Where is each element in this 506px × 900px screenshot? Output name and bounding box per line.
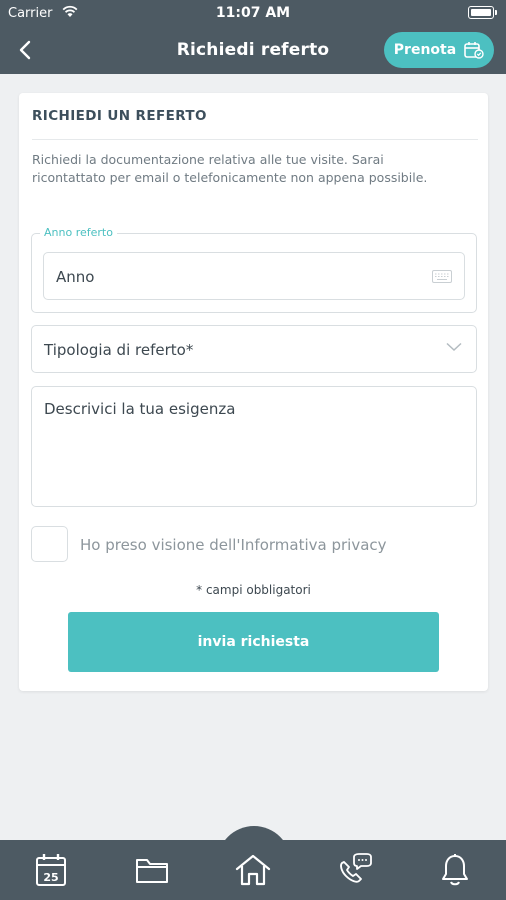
phone-chat-icon bbox=[340, 853, 372, 883]
request-report-card: RICHIEDI UN REFERTO Richiedi la document… bbox=[19, 93, 488, 691]
calendar-day-number: 25 bbox=[43, 871, 58, 884]
report-type-label: Tipologia di referto* bbox=[44, 341, 194, 359]
divider bbox=[32, 139, 478, 140]
bell-icon bbox=[442, 854, 468, 886]
keyboard-icon bbox=[432, 270, 452, 283]
chevron-down-icon bbox=[446, 342, 462, 352]
form-heading: RICHIEDI UN REFERTO bbox=[32, 108, 207, 124]
app-header: Carrier 11:07 AM Richiedi referto Prenot… bbox=[0, 0, 506, 74]
tab-home[interactable] bbox=[233, 852, 273, 888]
form-intro-text: Richiedi la documentazione relativa alle… bbox=[32, 152, 428, 185]
tab-contact[interactable] bbox=[334, 852, 374, 888]
tab-notifications[interactable] bbox=[435, 852, 475, 888]
submit-request-button[interactable]: invia richiesta bbox=[68, 612, 439, 672]
nav-bar: Richiedi referto Prenota bbox=[0, 26, 506, 74]
year-input-value: Anno bbox=[56, 268, 95, 286]
privacy-label[interactable]: Ho preso visione dell'Informativa privac… bbox=[80, 536, 387, 554]
book-button[interactable]: Prenota bbox=[384, 32, 494, 68]
year-input[interactable]: Anno bbox=[43, 252, 465, 300]
description-textarea[interactable]: Descrivici la tua esigenza bbox=[31, 386, 477, 507]
required-fields-note: * campi obbligatori bbox=[196, 583, 311, 597]
tab-documents[interactable] bbox=[132, 852, 172, 888]
calendar-icon: 25 bbox=[36, 854, 66, 886]
battery-icon bbox=[468, 6, 497, 19]
book-button-label: Prenota bbox=[393, 42, 457, 58]
status-time: 11:07 AM bbox=[215, 5, 291, 21]
report-type-select[interactable]: Tipologia di referto* bbox=[31, 325, 477, 373]
privacy-checkbox[interactable] bbox=[31, 526, 68, 562]
tab-calendar[interactable]: 25 bbox=[31, 852, 71, 888]
calendar-check-icon bbox=[464, 42, 484, 59]
home-icon bbox=[235, 854, 271, 886]
status-bar: Carrier 11:07 AM bbox=[0, 0, 506, 26]
folder-icon bbox=[136, 859, 168, 883]
year-fieldset: Anno referto Anno bbox=[31, 226, 477, 313]
submit-button-label: invia richiesta bbox=[197, 634, 310, 650]
description-placeholder: Descrivici la tua esigenza bbox=[44, 400, 236, 418]
year-legend: Anno referto bbox=[40, 226, 117, 239]
